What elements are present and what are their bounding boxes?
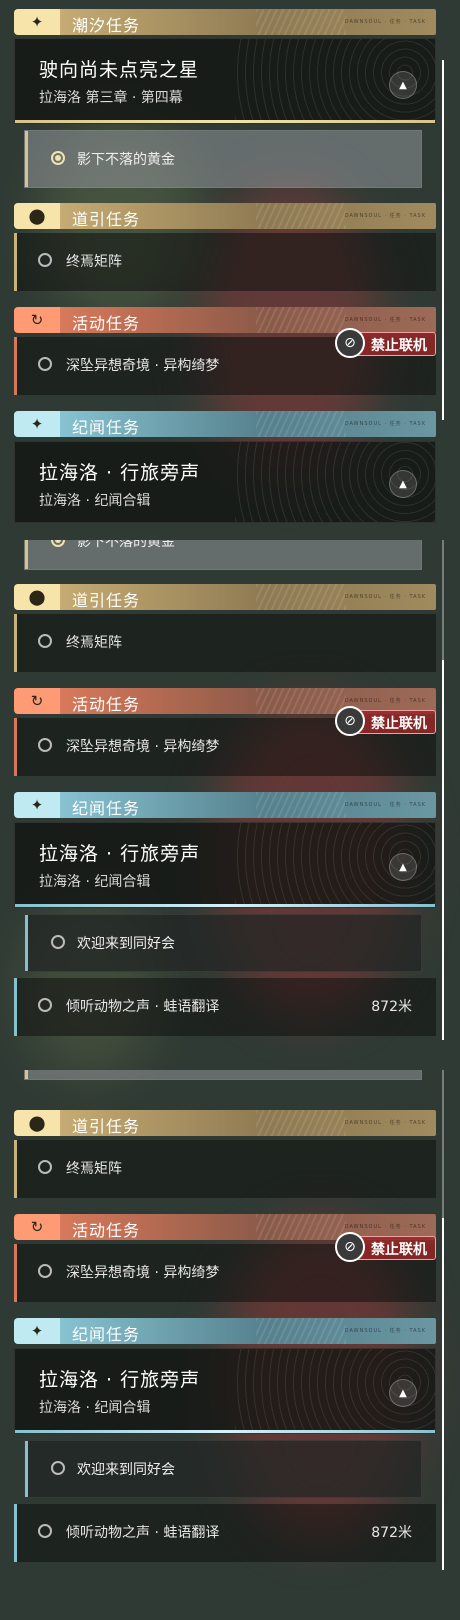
section-header-guide[interactable]: ⬤ 道引任务 DAWNSOUL · 任务 · TASK xyxy=(14,584,436,610)
section-title: 潮汐任务 xyxy=(72,16,141,35)
radio-icon[interactable] xyxy=(38,357,52,371)
no-coop-badge: ⊘ 禁止联机 xyxy=(335,328,436,358)
event-icon: ↻ xyxy=(14,307,60,333)
tide-objective-row[interactable]: 影下不落的黄金 xyxy=(24,1070,422,1080)
scrollbar[interactable] xyxy=(442,60,444,420)
event-icon: ↻ xyxy=(14,688,60,714)
distance-label: 872米 xyxy=(371,999,412,1015)
radio-icon[interactable] xyxy=(38,253,52,267)
collapse-icon[interactable]: ▲ xyxy=(389,1379,417,1407)
section-header-chronicle[interactable]: ✦ 纪闻任务 DAWNSOUL · 任务 · TASK xyxy=(14,792,436,818)
chronicle-sub-row[interactable]: 欢迎来到同好会 xyxy=(24,914,422,972)
event-icon: ↻ xyxy=(14,1214,60,1240)
quest-label: 终焉矩阵 xyxy=(66,254,122,270)
map-pin-icon: ⬤ xyxy=(14,1110,60,1136)
radio-selected-icon[interactable] xyxy=(51,151,65,165)
quest-card-chronicle[interactable]: 拉海洛 · 行旅旁声 拉海洛 · 纪闻合辑 ▲ xyxy=(14,441,436,523)
section-title: 活动任务 xyxy=(72,314,141,333)
section-header-chronicle[interactable]: ✦ 纪闻任务 DAWNSOUL · 任务 · TASK xyxy=(14,411,436,437)
scrollbar[interactable] xyxy=(442,1070,444,1570)
no-coop-icon: ⊘ xyxy=(335,328,365,358)
radio-icon[interactable] xyxy=(38,1524,52,1538)
radio-icon[interactable] xyxy=(38,998,52,1012)
star-icon: ✦ xyxy=(14,1318,60,1344)
quest-card-chronicle[interactable]: 拉海洛 · 行旅旁声 拉海洛 · 纪闻合辑 ▲ xyxy=(14,1348,436,1434)
tide-objective-row[interactable]: 影下不落的黄金 xyxy=(24,540,422,570)
star-icon: ✦ xyxy=(14,411,60,437)
collapse-icon[interactable]: ▲ xyxy=(389,470,417,498)
radio-icon[interactable] xyxy=(51,1461,65,1475)
section-title: 纪闻任务 xyxy=(72,418,141,437)
star-icon: ✦ xyxy=(14,9,60,35)
radio-icon[interactable] xyxy=(38,1160,52,1174)
screen-1: ✦ 潮汐任务 DAWNSOUL · 任务 · TASK 驶向尚未点亮之星 拉海洛… xyxy=(0,0,460,528)
guide-quest-row[interactable]: 终焉矩阵 xyxy=(14,233,436,291)
chronicle-quest-row[interactable]: 倾听动物之声 · 蛙语翻译 872米 xyxy=(14,978,436,1036)
badge-label: 禁止联机 xyxy=(371,338,427,354)
chronicle-sub-row[interactable]: 欢迎来到同好会 xyxy=(24,1440,422,1498)
chronicle-quest-row[interactable]: 倾听动物之声 · 蛙语翻译 872米 xyxy=(14,1504,436,1562)
header-decoration: DAWNSOUL · 任务 · TASK xyxy=(344,19,426,25)
quest-subtitle: 拉海洛 · 纪闻合辑 xyxy=(39,493,151,509)
quest-title: 驶向尚未点亮之星 xyxy=(39,59,200,81)
star-icon: ✦ xyxy=(14,792,60,818)
section-header-tide[interactable]: ✦ 潮汐任务 DAWNSOUL · 任务 · TASK xyxy=(14,9,436,35)
objective-label: 影下不落的黄金 xyxy=(77,152,175,168)
quest-card-tide[interactable]: 驶向尚未点亮之星 拉海洛 第三章 · 第四幕 ▲ xyxy=(14,38,436,124)
tide-objective-row[interactable]: 影下不落的黄金 xyxy=(24,130,422,188)
quest-title: 拉海洛 · 行旅旁声 xyxy=(39,462,201,484)
no-coop-icon: ⊘ xyxy=(335,1232,365,1262)
screen-3: 影下不落的黄金 ⬤ 道引任务 DAWNSOUL · 任务 · TASK 终焉矩阵… xyxy=(0,1070,460,1620)
map-pin-icon: ⬤ xyxy=(14,584,60,610)
collapse-icon[interactable]: ▲ xyxy=(389,853,417,881)
guide-quest-row[interactable]: 终焉矩阵 xyxy=(14,614,436,672)
no-coop-badge: ⊘ 禁止联机 xyxy=(335,706,436,736)
radio-icon[interactable] xyxy=(38,634,52,648)
distance-label: 872米 xyxy=(371,1525,412,1541)
radio-icon[interactable] xyxy=(38,1264,52,1278)
section-header-event[interactable]: ↻ 活动任务 DAWNSOUL · 任务 · TASK xyxy=(14,307,436,333)
radio-icon[interactable] xyxy=(51,935,65,949)
quest-label: 深坠异想奇境 · 异构绮梦 xyxy=(66,358,220,374)
no-coop-badge: ⊘ 禁止联机 xyxy=(335,1232,436,1262)
screen-2: 影下不落的黄金 ⬤ 道引任务 DAWNSOUL · 任务 · TASK 终焉矩阵… xyxy=(0,540,460,1060)
guide-quest-row[interactable]: 终焉矩阵 xyxy=(14,1140,436,1198)
radio-selected-icon[interactable] xyxy=(51,540,65,547)
section-header-chronicle[interactable]: ✦ 纪闻任务 DAWNSOUL · 任务 · TASK xyxy=(14,1318,436,1344)
quest-card-chronicle[interactable]: 拉海洛 · 行旅旁声 拉海洛 · 纪闻合辑 ▲ xyxy=(14,822,436,908)
map-pin-icon: ⬤ xyxy=(14,203,60,229)
section-title: 道引任务 xyxy=(72,210,141,229)
collapse-icon[interactable]: ▲ xyxy=(389,71,417,99)
no-coop-icon: ⊘ xyxy=(335,706,365,736)
section-header-guide[interactable]: ⬤ 道引任务 DAWNSOUL · 任务 · TASK xyxy=(14,203,436,229)
scrollbar[interactable] xyxy=(442,540,444,1040)
radio-icon[interactable] xyxy=(38,738,52,752)
section-header-guide[interactable]: ⬤ 道引任务 DAWNSOUL · 任务 · TASK xyxy=(14,1110,436,1136)
quest-subtitle: 拉海洛 第三章 · 第四幕 xyxy=(39,90,183,106)
